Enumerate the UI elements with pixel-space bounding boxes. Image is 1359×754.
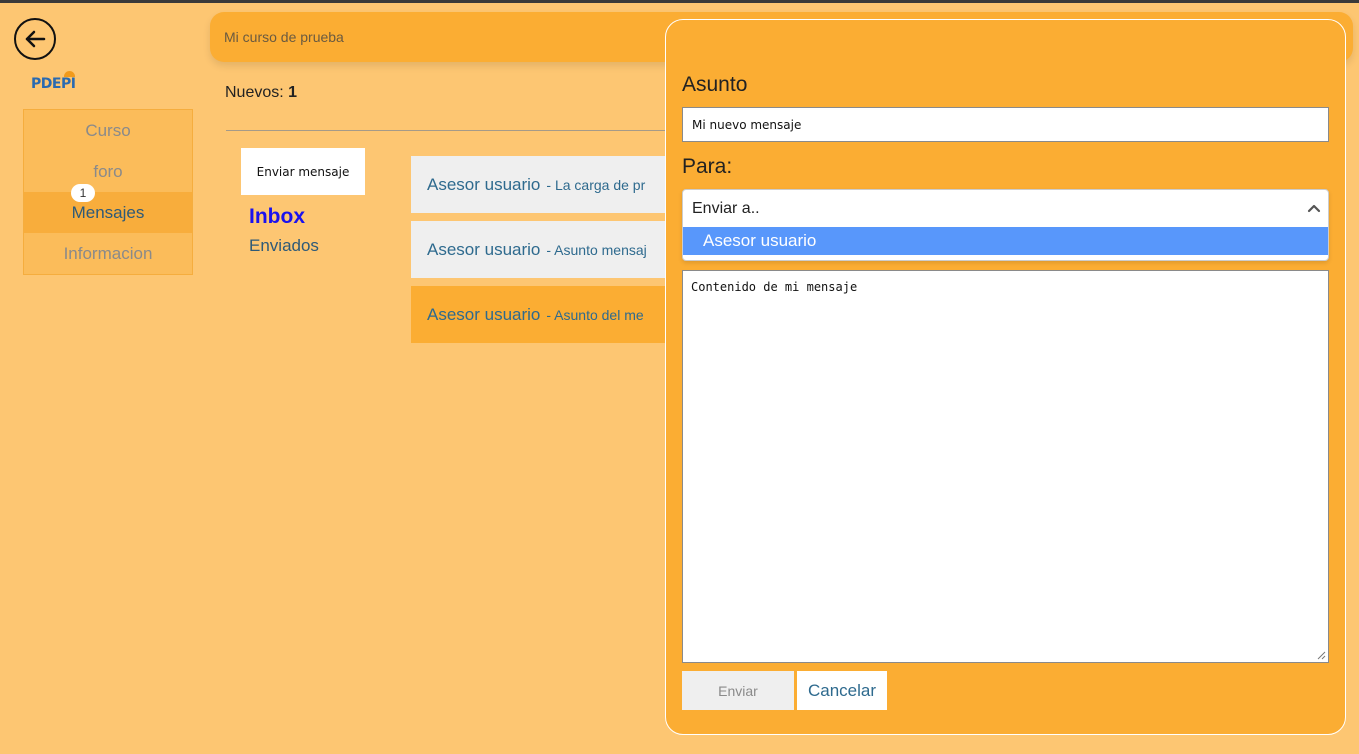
side-nav: Curso foro 1 Mensajes Informacion [23,109,193,275]
subject-value: Mi nuevo mensaje [692,117,802,132]
subject-label: Asunto [682,73,748,96]
send-button[interactable]: Enviar [682,671,794,710]
recipient-placeholder: Enviar a.. [692,199,760,217]
logo: PDEPI [31,71,76,92]
message-subject: - Asunto mensaj [546,241,647,258]
message-body-textarea[interactable]: Contenido de mi mensaje [682,270,1329,663]
course-title: Mi curso de prueba [224,29,344,45]
side-nav-label: Mensajes [71,202,145,222]
message-sender: Asesor usuario [427,174,541,194]
arrow-left-icon [25,30,46,48]
folder-inbox[interactable]: Inbox [249,205,305,229]
message-row[interactable]: Asesor usuario - Asunto del me [411,286,671,343]
logo-mark [64,71,75,77]
logo-text: PDEPI [31,76,76,92]
message-row[interactable]: Asesor usuario - Asunto mensaj [411,221,671,278]
message-sender: Asesor usuario [427,304,541,324]
message-sender: Asesor usuario [427,239,541,259]
unread-badge: 1 [71,184,95,202]
resize-grip-icon[interactable] [1316,650,1326,660]
cancel-button[interactable]: Cancelar [797,671,887,710]
subject-input[interactable]: Mi nuevo mensaje [682,107,1329,142]
new-messages-count: Nuevos: 1 [225,84,297,102]
side-nav-label: Curso [85,120,131,140]
recipient-select-value[interactable]: Enviar a.. [683,190,1328,227]
folder-sent[interactable]: Enviados [249,236,319,256]
message-subject: - La carga de pr [546,176,646,193]
side-nav-item-foro[interactable]: foro [24,151,192,192]
divider [226,130,696,131]
window-top-strip [0,0,1359,3]
compose-panel: Asunto Mi nuevo mensaje Para: Enviar a..… [665,19,1346,735]
side-nav-item-informacion[interactable]: Informacion [24,233,192,274]
message-body-value: Contenido de mi mensaje [691,280,858,294]
to-label: Para: [682,155,733,178]
recipient-select[interactable]: Enviar a.. Asesor usuario [682,189,1329,261]
side-nav-label: foro [93,161,123,181]
recipient-option[interactable]: Asesor usuario [683,227,1328,255]
message-row[interactable]: Asesor usuario - La carga de pr [411,156,671,213]
chevron-up-icon [1307,204,1321,213]
new-label: Nuevos: [225,84,284,101]
side-nav-item-curso[interactable]: Curso [24,110,192,151]
side-nav-label: Informacion [63,243,153,263]
message-subject: - Asunto del me [546,306,644,323]
new-count: 1 [288,84,298,101]
back-button[interactable] [14,18,56,60]
compose-button[interactable]: Enviar mensaje [241,148,365,195]
side-nav-item-mensajes[interactable]: 1 Mensajes [24,184,192,233]
